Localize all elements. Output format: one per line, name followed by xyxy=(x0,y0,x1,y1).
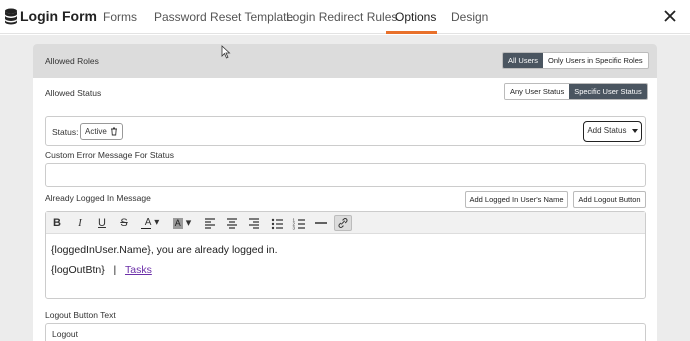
custom-error-input[interactable] xyxy=(45,163,646,187)
caret-down-icon xyxy=(631,128,638,133)
specific-user-status-option[interactable]: Specific User Status xyxy=(569,84,647,99)
tab-password-reset-template[interactable]: Password Reset Template xyxy=(154,10,293,24)
already-logged-in-label: Already Logged In Message xyxy=(45,193,151,203)
svg-text:3: 3 xyxy=(293,226,296,231)
underline-icon[interactable]: U xyxy=(95,215,109,231)
status-chip-active[interactable]: Active xyxy=(80,123,123,140)
options-content: Allowed Roles All Users Only Users in Sp… xyxy=(0,35,690,341)
logout-button-text-label: Logout Button Text xyxy=(45,310,116,320)
tab-forms[interactable]: Forms xyxy=(103,10,137,24)
add-status-button[interactable]: Add Status xyxy=(583,121,642,142)
add-logged-in-user-name-button[interactable]: Add Logged In User's Name xyxy=(465,191,568,208)
tasks-link[interactable]: Tasks xyxy=(125,264,152,276)
any-user-status-option[interactable]: Any User Status xyxy=(505,84,570,99)
app-title: Login Form xyxy=(20,8,97,24)
editor-toolbar: B I U S A ▾ A ▾ 123 xyxy=(46,212,645,234)
separator: | xyxy=(113,264,117,276)
all-users-option[interactable]: All Users xyxy=(503,53,544,68)
strikethrough-icon[interactable]: S xyxy=(117,215,131,231)
add-logout-button-button[interactable]: Add Logout Button xyxy=(573,191,646,208)
highlight-color-icon[interactable]: A ▾ xyxy=(170,215,194,231)
database-icon xyxy=(5,8,17,25)
font-color-icon[interactable]: A ▾ xyxy=(139,215,165,231)
mouse-cursor-icon xyxy=(221,45,231,59)
options-panel: Allowed Roles All Users Only Users in Sp… xyxy=(33,44,657,341)
editor-line-2: {logOutBtn} | Tasks xyxy=(51,264,152,276)
link-icon[interactable] xyxy=(334,215,352,231)
tab-login-redirect-rules[interactable]: Login Redirect Rules xyxy=(286,10,397,24)
align-center-icon[interactable] xyxy=(225,215,239,231)
align-left-icon[interactable] xyxy=(203,215,217,231)
status-chip-label: Active xyxy=(85,127,107,136)
align-right-icon[interactable] xyxy=(247,215,261,231)
italic-icon[interactable]: I xyxy=(73,215,87,231)
status-label: Status: xyxy=(52,127,79,137)
status-row: Status: Active Add Status xyxy=(45,116,646,146)
close-icon[interactable] xyxy=(662,8,678,24)
active-tab-indicator xyxy=(386,31,437,34)
bulleted-list-icon[interactable] xyxy=(270,215,284,231)
numbered-list-icon[interactable]: 123 xyxy=(292,215,306,231)
add-status-label: Add Status xyxy=(587,126,627,135)
allowed-roles-label: Allowed Roles xyxy=(45,56,99,66)
editor-line-1: {loggedInUser.Name}, you are already log… xyxy=(51,244,278,256)
tab-options[interactable]: Options xyxy=(395,10,436,24)
custom-error-label: Custom Error Message For Status xyxy=(45,150,174,160)
allowed-status-label: Allowed Status xyxy=(45,88,102,98)
specific-roles-option[interactable]: Only Users in Specific Roles xyxy=(543,53,648,68)
allowed-status-toggle: Any User Status Specific User Status xyxy=(504,83,648,100)
tab-design[interactable]: Design xyxy=(451,10,488,24)
logout-button-placeholder: {logOutBtn} xyxy=(51,264,105,276)
top-bar: Login Form Forms Password Reset Template… xyxy=(0,0,690,34)
allowed-roles-section: Allowed Roles All Users Only Users in Sp… xyxy=(33,44,657,78)
logout-button-text-input[interactable]: Logout xyxy=(45,323,646,341)
horizontal-rule-icon[interactable] xyxy=(314,215,328,231)
trash-icon[interactable] xyxy=(110,127,118,136)
message-editor: B I U S A ▾ A ▾ 123 {loggedInUser.Name},… xyxy=(45,211,646,299)
bold-icon[interactable]: B xyxy=(50,215,64,231)
allowed-roles-toggle: All Users Only Users in Specific Roles xyxy=(502,52,649,69)
